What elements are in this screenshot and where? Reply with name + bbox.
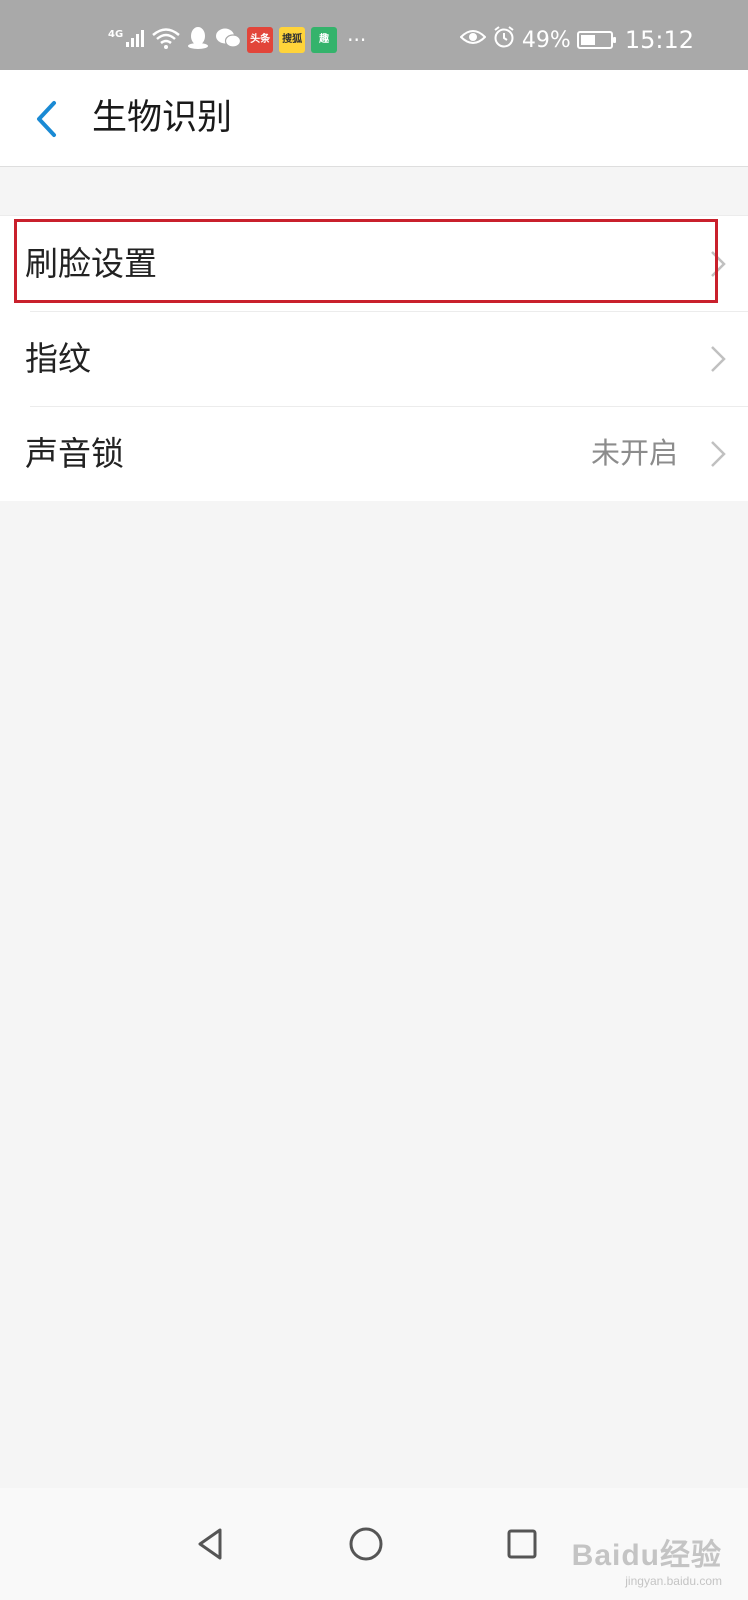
list-item-label: 声音锁 <box>25 434 124 473</box>
nav-recent-button[interactable] <box>490 1512 554 1576</box>
sousou-app-icon: 搜狐 <box>279 27 306 53</box>
status-left: 4G 头条 搜狐 趣 ··· <box>108 22 366 58</box>
clock-time: 15:12 <box>624 26 694 54</box>
list-item-fingerprint[interactable]: 指纹 <box>0 311 748 406</box>
wechat-icon <box>215 27 242 53</box>
nav-home-button[interactable] <box>334 1512 398 1576</box>
list-item-voice-lock[interactable]: 声音锁 未开启 <box>0 406 748 501</box>
page-title: 生物识别 <box>92 98 233 138</box>
battery-percent: 49% <box>521 27 571 53</box>
app-header: 生物识别 <box>0 70 748 167</box>
triangle-back-icon <box>198 1528 222 1560</box>
signal-icon <box>125 28 145 52</box>
chevron-right-icon <box>711 441 726 467</box>
square-recent-icon <box>507 1529 537 1559</box>
chevron-left-icon <box>37 101 56 137</box>
settings-list: 刷脸设置 指纹 声音锁 未开启 <box>0 215 748 501</box>
watermark-url: jingyan.baidu.com <box>625 1574 722 1588</box>
battery-icon <box>576 31 616 49</box>
alarm-icon <box>492 25 516 55</box>
chevron-right-icon <box>711 251 726 277</box>
qq-icon <box>187 26 209 54</box>
battery-level-fill <box>580 35 595 45</box>
qu-app-icon: 趣 <box>311 27 338 53</box>
circle-home-icon <box>349 1527 383 1561</box>
back-button[interactable] <box>22 95 70 143</box>
toutiao-app-icon: 头条 <box>247 27 274 53</box>
voice-lock-status: 未开启 <box>590 436 678 470</box>
nav-back-button[interactable] <box>178 1512 242 1576</box>
more-notifications-icon: ··· <box>347 28 367 52</box>
watermark-brand: Baidu经验 <box>571 1539 722 1572</box>
network-type-label: 4G <box>108 28 124 40</box>
eye-comfort-icon <box>459 27 487 53</box>
list-item-label: 指纹 <box>25 339 91 378</box>
system-nav-bar: Baidu经验 jingyan.baidu.com <box>0 1488 748 1600</box>
status-bar: 4G 头条 搜狐 趣 ··· 49% 15:12 <box>0 0 748 70</box>
wifi-icon <box>151 27 181 53</box>
baidu-watermark: Baidu经验 jingyan.baidu.com <box>572 1530 722 1588</box>
list-item-label: 刷脸设置 <box>25 244 157 283</box>
list-item-face-setup[interactable]: 刷脸设置 <box>0 216 748 311</box>
status-right: 49% 15:12 <box>459 22 694 58</box>
chevron-right-icon <box>711 346 726 372</box>
